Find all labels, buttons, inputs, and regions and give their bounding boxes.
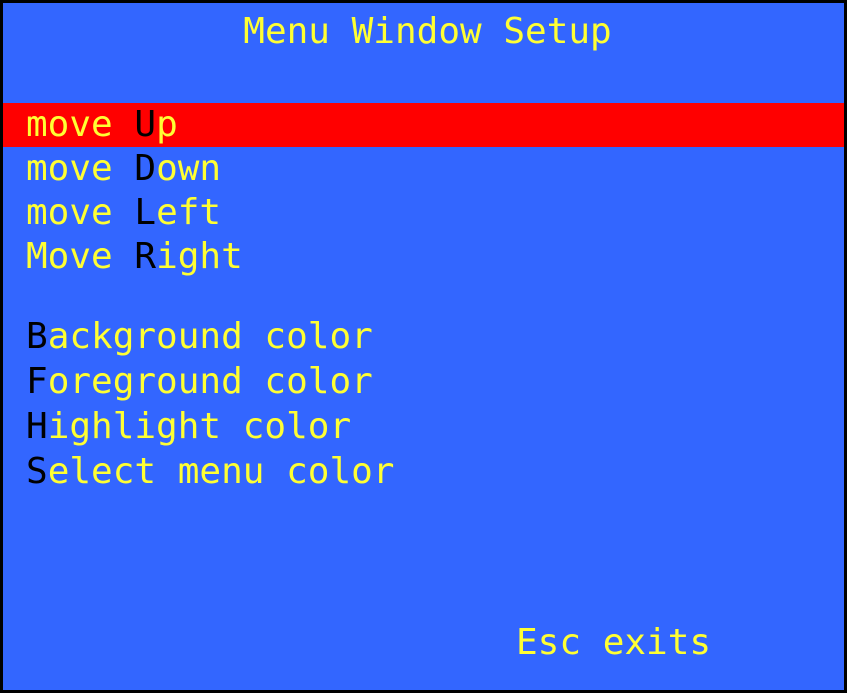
- menu-item-move-left[interactable]: move Left: [3, 191, 844, 235]
- menu-item-rest: eft: [156, 192, 222, 233]
- menu-spacer: [3, 279, 844, 314]
- menu-item-rest: own: [156, 148, 222, 189]
- menu-item-select-menu-color[interactable]: Select menu color: [3, 449, 844, 494]
- menu-item-rest: ighlight color: [47, 406, 352, 447]
- menu-list: move Up move Down move Left Move Right B…: [3, 103, 844, 494]
- menu-item-prefix: move: [26, 192, 135, 233]
- hotkey-letter: U: [134, 104, 157, 145]
- hotkey-letter: R: [134, 236, 157, 277]
- menu-item-move-down[interactable]: move Down: [3, 147, 844, 191]
- menu-item-move-right[interactable]: Move Right: [3, 235, 844, 279]
- menu-item-prefix: Move: [26, 236, 135, 277]
- esc-exit-hint: Esc exits: [516, 622, 712, 663]
- window-title: Menu Window Setup: [243, 11, 612, 52]
- menu-item-rest: oreground color: [47, 361, 373, 402]
- menu-item-rest: elect menu color: [47, 451, 395, 492]
- menu-item-rest: ight: [156, 236, 243, 277]
- menu-window: Menu Window Setup move Up move Down move…: [0, 0, 847, 693]
- menu-item-rest: ackground color: [47, 316, 373, 357]
- hotkey-letter: L: [134, 192, 157, 233]
- hotkey-letter: B: [26, 316, 48, 357]
- menu-item-background-color[interactable]: Background color: [3, 314, 844, 359]
- menu-item-rest: p: [156, 104, 178, 145]
- menu-item-prefix: move: [26, 104, 135, 145]
- hotkey-letter: S: [26, 451, 48, 492]
- menu-item-highlight-color[interactable]: Highlight color: [3, 404, 844, 449]
- hotkey-letter: H: [26, 406, 48, 447]
- hotkey-letter: D: [134, 148, 157, 189]
- menu-item-foreground-color[interactable]: Foreground color: [3, 359, 844, 404]
- menu-item-prefix: move: [26, 148, 135, 189]
- hotkey-letter: F: [26, 361, 48, 402]
- menu-item-move-up[interactable]: move Up: [3, 103, 844, 147]
